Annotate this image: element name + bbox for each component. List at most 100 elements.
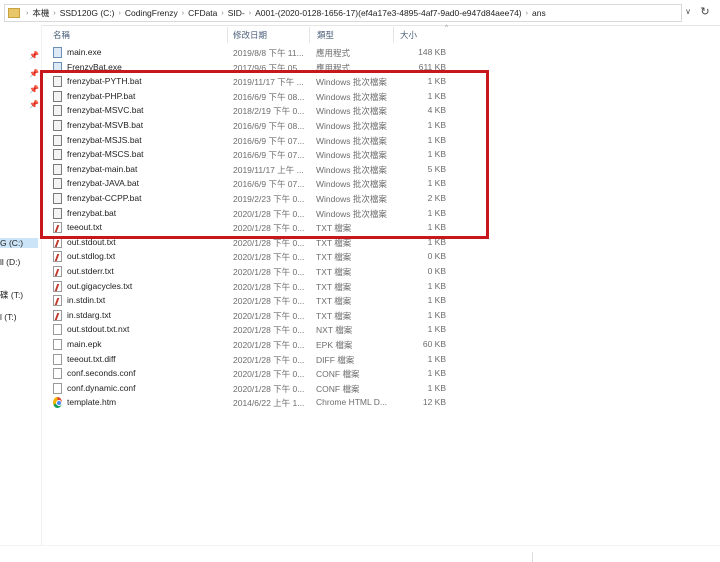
file-name: out.stdout.txt.nxt	[67, 324, 130, 335]
file-date: 2019/11/17 下午 ...	[233, 77, 304, 88]
bat-icon	[53, 105, 62, 117]
file-row[interactable]: in.stdarg.txt 2020/1/28 下午 0... TXT 檔案 1 KB	[50, 309, 450, 323]
file-row[interactable]: out.stdout.txt.nxt 2020/1/28 下午 0... NXT 檔…	[50, 323, 450, 337]
file-type: TXT 檔案	[316, 252, 352, 263]
column-divider[interactable]	[227, 27, 228, 43]
exe-icon	[53, 47, 62, 58]
column-header-date[interactable]: 修改日期	[233, 29, 267, 41]
file-type: TXT 檔案	[316, 281, 352, 292]
bat-icon	[53, 178, 62, 190]
file-row[interactable]: out.gigacycles.txt 2020/1/28 下午 0... TXT 檔…	[50, 280, 450, 294]
generic-file-icon	[53, 324, 62, 336]
file-row[interactable]: out.stderr.txt 2020/1/28 下午 0... TXT 檔案 0 K…	[50, 265, 450, 279]
file-row[interactable]: frenzybat-CCPP.bat 2019/2/23 下午 0... Windo…	[50, 192, 450, 206]
file-size: 1 KB	[427, 90, 446, 101]
file-name: template.htm	[67, 397, 117, 408]
address-dropdown-icon[interactable]: ∨	[682, 4, 694, 20]
file-size: 2 KB	[427, 193, 446, 203]
file-row[interactable]: teeout.txt 2020/1/28 下午 0... TXT 檔案 1 KB	[50, 221, 450, 235]
file-type: DIFF 檔案	[316, 354, 355, 365]
file-type: TXT 檔案	[316, 296, 352, 307]
file-row[interactable]: frenzybat-PYTH.bat 2019/11/17 下午 ... Windo…	[50, 75, 450, 89]
nav-drive-d[interactable]: ll (D:)	[0, 257, 20, 267]
column-header-type[interactable]: 類型	[317, 29, 334, 41]
breadcrumb[interactable]: › 本機 › SSD120G (C:) › CodingFrenzy › CFData › SID…	[4, 4, 682, 22]
file-date: 2020/1/28 下午 0...	[233, 369, 305, 380]
column-divider[interactable]	[309, 27, 310, 43]
file-date: 2020/1/28 下午 0...	[233, 223, 305, 234]
file-row[interactable]: frenzybat-JAVA.bat 2016/6/9 下午 07... Windo…	[50, 177, 450, 191]
pin-icon: 📌	[29, 51, 39, 60]
breadcrumb-item[interactable]: SSD120G (C:)	[58, 8, 117, 18]
file-size: 1 KB	[427, 222, 446, 233]
file-name: teeout.txt.diff	[67, 353, 116, 364]
file-type: Windows 批次檔案	[316, 194, 387, 204]
file-size: 60 KB	[422, 339, 446, 349]
file-date: 2018/2/19 下午 0...	[233, 106, 305, 117]
file-row[interactable]: frenzybat-MSVC.bat 2018/2/19 下午 0... Windo…	[50, 104, 450, 118]
file-size: 1 KB	[427, 120, 446, 130]
breadcrumb-item[interactable]: ans	[530, 8, 548, 18]
breadcrumb-item[interactable]: A001-(2020-0128-1656-17)(ef4a17e3-4895-4…	[253, 8, 524, 18]
file-row[interactable]: conf.dynamic.conf 2020/1/28 下午 0... CONF 檔…	[50, 382, 450, 396]
file-row[interactable]: in.stdin.txt 2020/1/28 下午 0... TXT 檔案 1 KB	[50, 294, 450, 308]
breadcrumb-item[interactable]: CodingFrenzy	[123, 8, 180, 18]
file-type: Windows 批次檔案	[316, 208, 387, 219]
generic-file-icon	[53, 339, 62, 350]
file-size: 0 KB	[427, 251, 446, 262]
file-type: CONF 檔案	[316, 383, 360, 394]
file-name: out.stderr.txt	[67, 266, 114, 276]
refresh-icon[interactable]: ↻	[697, 4, 713, 20]
file-name: teeout.txt	[67, 222, 102, 233]
file-name: frenzybat-JAVA.bat	[67, 178, 139, 189]
file-date: 2016/6/9 下午 08...	[233, 121, 305, 131]
file-row[interactable]: main.exe 2019/8/8 下午 11... 應用程式 148 KB	[50, 46, 450, 60]
file-row[interactable]: FrenzyBat.exe 2017/9/6 下午 05... 應用程式 611 KB	[50, 61, 450, 75]
file-type: 應用程式	[316, 48, 351, 58]
file-type: EPK 檔案	[316, 340, 353, 350]
file-size: 1 KB	[427, 353, 446, 364]
file-type: TXT 檔案	[316, 310, 352, 321]
file-row[interactable]: out.stdout.txt 2020/1/28 下午 0... TXT 檔案 1 K…	[50, 236, 450, 250]
file-row[interactable]: frenzybat-PHP.bat 2016/6/9 下午 08... Window…	[50, 90, 450, 104]
file-row[interactable]: template.htm 2014/6/22 上午 1... Chrome HTML…	[50, 396, 450, 410]
file-size: 148 KB	[418, 47, 446, 57]
column-header-name[interactable]: 名稱	[53, 29, 70, 41]
column-header-size[interactable]: 大小	[400, 29, 417, 41]
column-divider[interactable]	[393, 27, 394, 43]
nav-drive-t[interactable]: 碟 (T:)	[0, 289, 23, 301]
breadcrumb-item[interactable]: 本機	[30, 7, 51, 19]
file-row[interactable]: conf.seconds.conf 2020/1/28 下午 0... CONF 檔…	[50, 367, 450, 381]
file-size: 12 KB	[422, 397, 446, 408]
file-row[interactable]: teeout.txt.diff 2020/1/28 下午 0... DIFF 檔案 1…	[50, 353, 450, 367]
file-name: in.stdin.txt	[67, 295, 106, 306]
file-name: frenzybat-PYTH.bat	[67, 76, 142, 87]
bat-icon	[53, 134, 62, 146]
file-date: 2020/1/28 下午 0...	[233, 340, 305, 350]
file-row[interactable]: frenzybat-main.bat 2019/11/17 上午 ... Windo…	[50, 163, 450, 177]
file-type: Windows 批次檔案	[316, 150, 387, 161]
file-date: 2016/6/9 下午 07...	[233, 179, 305, 190]
address-bar: › 本機 › SSD120G (C:) › CodingFrenzy › CFData › SID…	[0, 0, 720, 26]
sort-caret-icon: ^	[445, 25, 448, 31]
file-name: out.stdout.txt	[67, 236, 116, 247]
file-row[interactable]: frenzybat-MSCS.bat 2016/6/9 下午 07... Windo…	[50, 148, 450, 162]
file-date: 2020/1/28 下午 0...	[233, 208, 305, 219]
navigation-pane[interactable]: 📌 📌 📌 📌 G (C:) ll (D:) 碟 (T:) l (T:)	[0, 25, 42, 545]
breadcrumb-item[interactable]: CFData	[186, 8, 219, 18]
file-row[interactable]: main.epk 2020/1/28 下午 0... EPK 檔案 60 KB	[50, 338, 450, 352]
file-row[interactable]: out.stdlog.txt 2020/1/28 下午 0... TXT 檔案 0 K…	[50, 250, 450, 264]
file-size: 1 KB	[427, 280, 446, 291]
nav-drive-c[interactable]: G (C:)	[0, 238, 38, 248]
file-size: 1 KB	[427, 295, 446, 306]
file-name: frenzybat-MSVB.bat	[67, 120, 144, 130]
nav-drive-t2[interactable]: l (T:)	[0, 312, 17, 322]
file-row[interactable]: frenzybat.bat 2020/1/28 下午 0... Windows 批次…	[50, 207, 450, 221]
chrome-icon	[53, 397, 62, 409]
file-row[interactable]: frenzybat-MSVB.bat 2016/6/9 下午 08... Windo…	[50, 119, 450, 133]
file-row[interactable]: frenzybat-MSJS.bat 2016/6/9 下午 07... Windo…	[50, 134, 450, 148]
folder-icon	[8, 8, 20, 18]
file-size: 1 KB	[427, 324, 446, 335]
breadcrumb-item[interactable]: SID-	[226, 8, 247, 18]
bat-icon	[53, 207, 62, 219]
